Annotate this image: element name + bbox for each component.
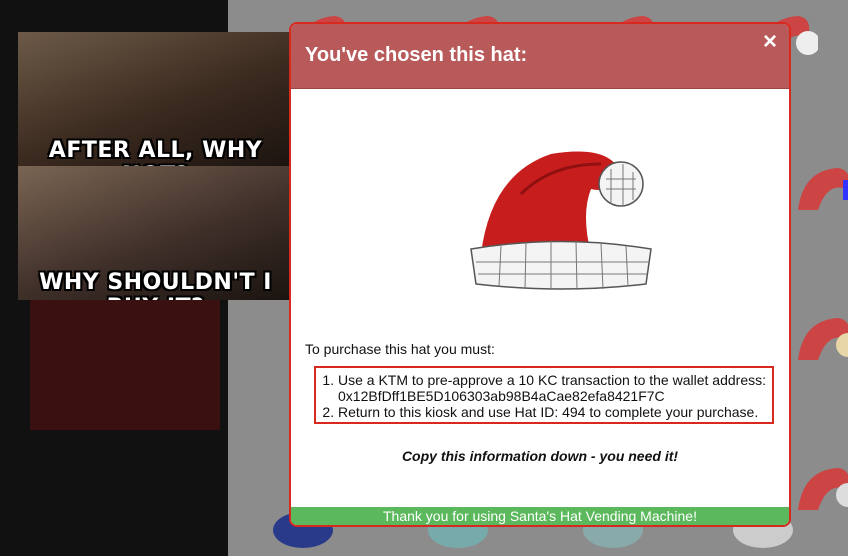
step-2: Return to this kiosk and use Hat ID: 494… — [338, 404, 766, 420]
background-glow — [30, 300, 220, 430]
meme-bottom-caption: WHY SHOULDN'T I BUY IT? — [39, 270, 272, 300]
modal-title: You've chosen this hat: — [305, 44, 528, 66]
purchase-steps: Use a KTM to pre-approve a 10 KC transac… — [314, 366, 774, 424]
footer-bar: Thank you for using Santa's Hat Vending … — [291, 507, 789, 525]
background-hat-6[interactable] — [788, 310, 848, 370]
instructions-intro: To purchase this hat you must: — [305, 341, 495, 357]
copy-warning: Copy this information down - you need it… — [401, 448, 679, 464]
background-hat-5[interactable] — [788, 160, 848, 220]
santa-hat-icon — [470, 151, 652, 291]
meme-panel-top: AFTER ALL, WHY NOT? — [18, 32, 293, 188]
meme-image: AFTER ALL, WHY NOT? WHY SHOULDN'T I BUY … — [18, 32, 293, 300]
modal-header: You've chosen this hat: × — [291, 24, 789, 89]
close-icon[interactable]: × — [763, 28, 777, 56]
hat-chosen-modal: You've chosen this hat: × To purchase th… — [289, 22, 791, 527]
meme-panel-bottom: WHY SHOULDN'T I BUY IT? — [18, 166, 293, 300]
step-1: Use a KTM to pre-approve a 10 KC transac… — [338, 372, 766, 404]
